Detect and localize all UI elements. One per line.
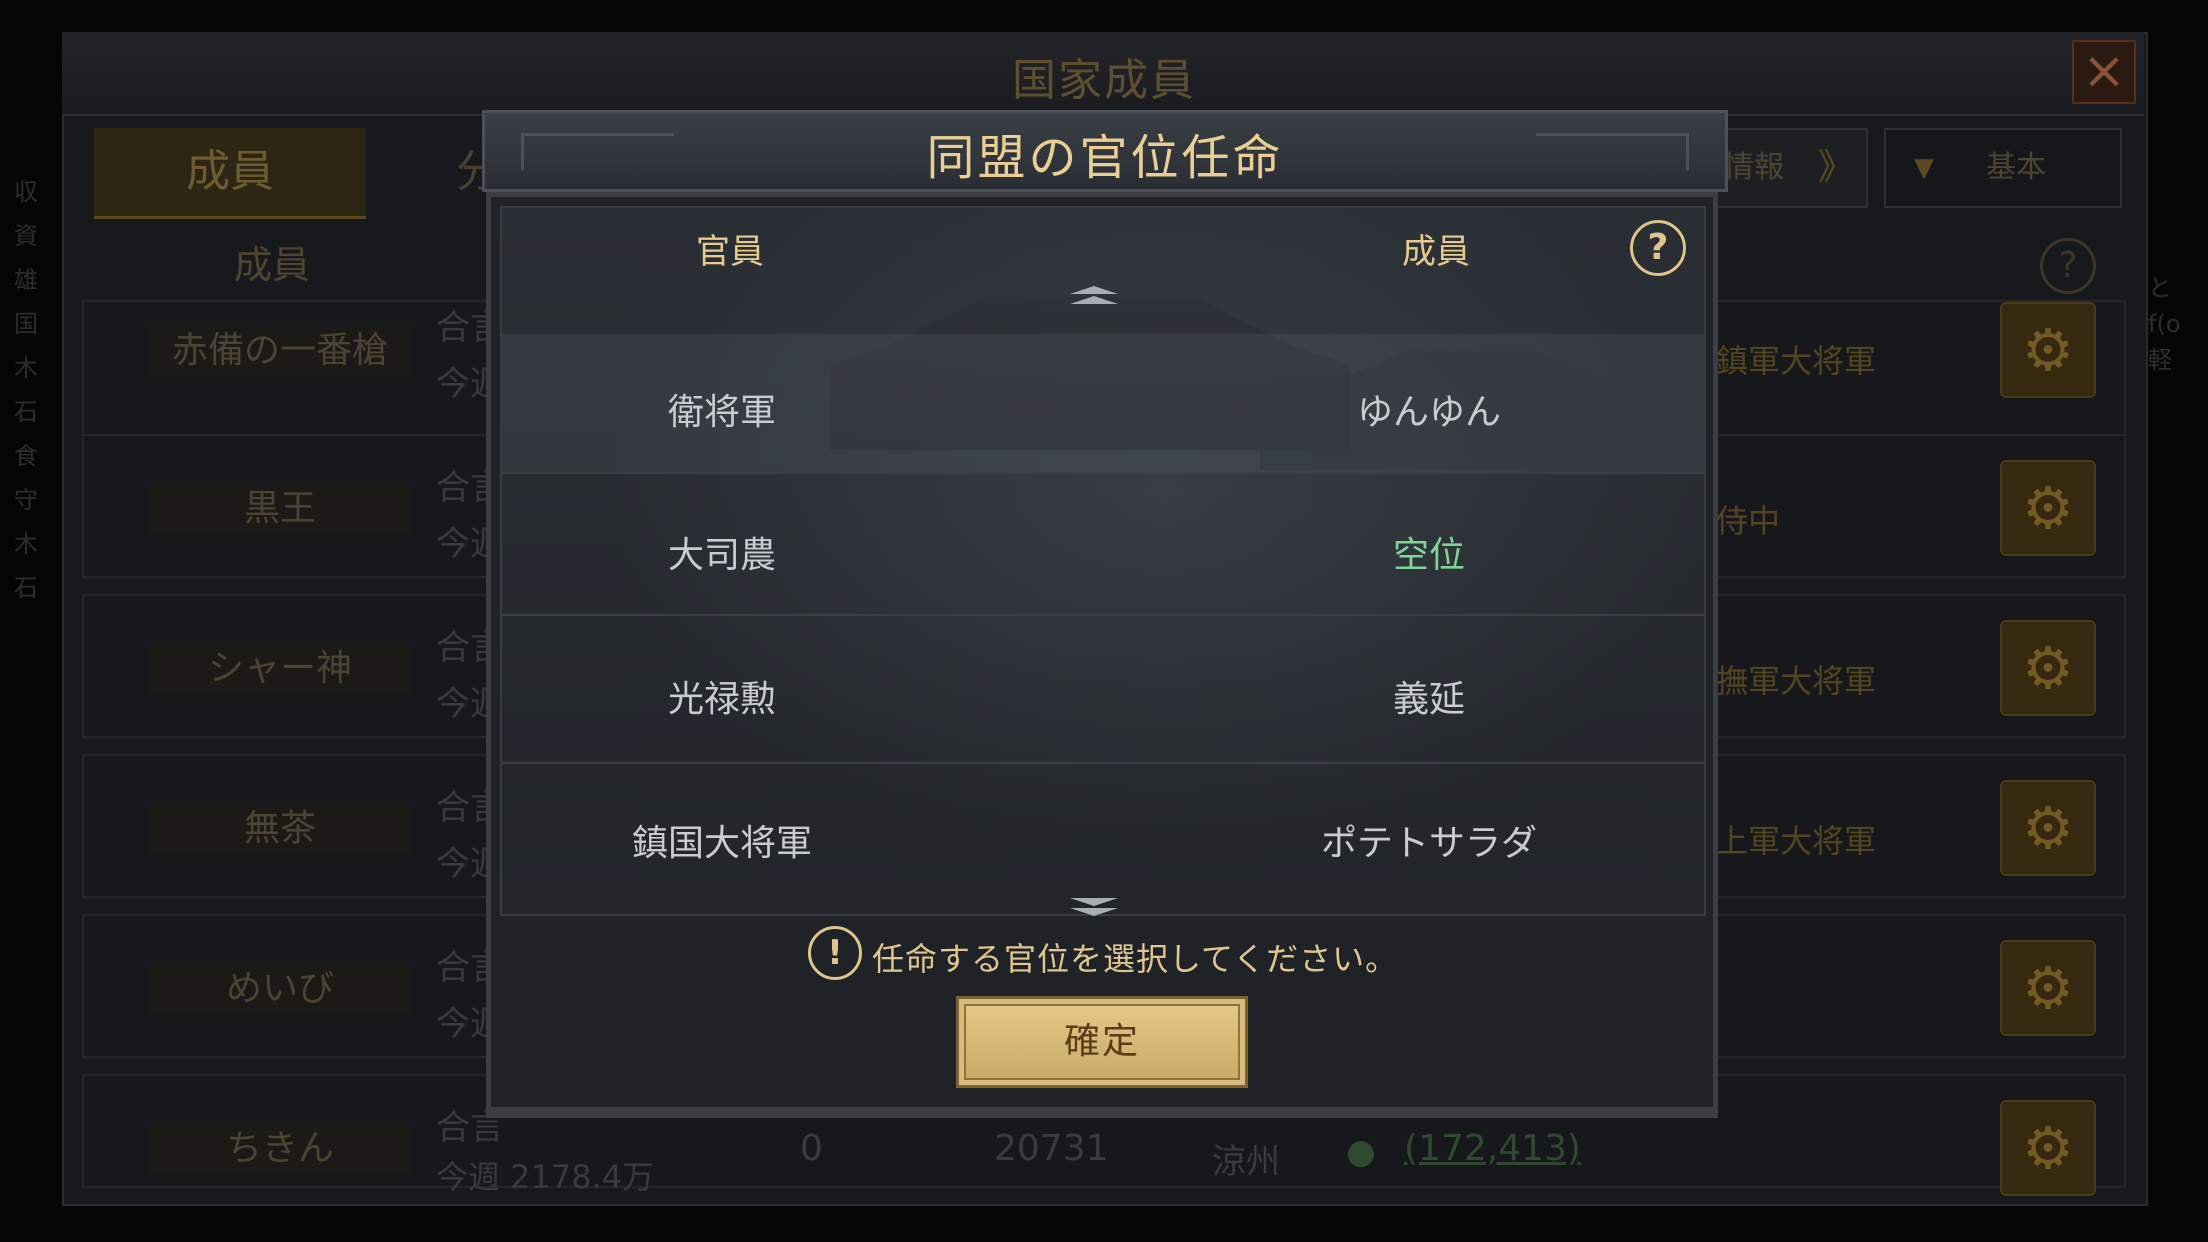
modal-title: 同盟の官位任命: [926, 130, 1284, 186]
modal-bottom-edge: [486, 1108, 1718, 1118]
assigned-member: ポテトサラダ: [1320, 823, 1537, 864]
member-role: 上軍大将軍: [1716, 822, 1877, 860]
exclamation-icon: !: [808, 926, 862, 980]
background-title: 国家成員: [1012, 55, 1196, 106]
gear-icon[interactable]: ⚙: [2000, 620, 2096, 716]
side-text: 石: [14, 398, 38, 426]
gear-icon[interactable]: ⚙: [2000, 1100, 2096, 1196]
officer-title: 大司農: [667, 535, 776, 576]
info-button-label: 情報: [1724, 150, 1784, 185]
hint-message: 任命する官位を選択してください。: [872, 940, 1399, 978]
side-text: 食: [14, 442, 38, 470]
side-text: 石: [14, 574, 38, 602]
column-header-officer: 官員: [696, 232, 764, 272]
assigned-member: 義延: [1392, 679, 1465, 720]
vacant-label: 空位: [1392, 535, 1465, 576]
side-text: 木: [14, 354, 38, 382]
triangle-down-icon: ▼: [1914, 153, 1934, 183]
side-text: 収: [14, 178, 38, 206]
side-text: 雄: [14, 266, 38, 294]
side-text: f(o: [2148, 310, 2181, 338]
member-role: 撫軍大将軍: [1716, 662, 1877, 700]
side-text: 木: [14, 530, 38, 558]
officer-title: 光禄勲: [667, 679, 776, 720]
side-text: 国: [14, 310, 38, 338]
member-name: 赤備の一番槍: [148, 326, 412, 376]
stat-value: 20731: [994, 1128, 1109, 1169]
side-text: 守: [14, 486, 38, 514]
column-header-member: 成員: [1402, 232, 1470, 272]
confirm-button[interactable]: 確定: [956, 996, 1248, 1088]
side-text: と: [2148, 274, 2172, 302]
filter-label: 基本: [1986, 150, 2046, 185]
side-text: 軽: [2148, 346, 2172, 374]
member-name: ちきん: [148, 1124, 412, 1174]
gear-icon[interactable]: ⚙: [2000, 460, 2096, 556]
gear-icon[interactable]: ⚙: [2000, 302, 2096, 398]
member-role: 鎮軍大将軍: [1716, 342, 1877, 380]
double-chevron-right-icon: 》: [1817, 147, 1854, 188]
left-side-panel: 収 資 雄 国 木 石 食 守 木 石: [14, 170, 62, 1050]
help-icon[interactable]: ?: [1630, 220, 1686, 276]
officer-title: 衛将軍: [667, 392, 776, 433]
scroll-up-icon[interactable]: [1066, 282, 1126, 310]
info-button[interactable]: 情報 》: [1712, 128, 1868, 208]
officer-title: 鎮国大将軍: [631, 823, 812, 864]
filter-dropdown[interactable]: ▼ 基本: [1884, 128, 2122, 208]
right-side-panel: と f(o 軽: [2148, 270, 2200, 378]
map-pin-icon: ●: [1346, 1132, 1376, 1172]
stat-value: 0: [800, 1128, 823, 1169]
member-name: 黒王: [148, 484, 412, 534]
scroll-down-icon[interactable]: [1066, 894, 1126, 922]
member-name: 無茶: [148, 804, 412, 854]
tab-members[interactable]: 成員: [94, 128, 366, 219]
column-header-member: 成員: [234, 243, 311, 287]
tab-second[interactable]: 分: [372, 128, 492, 216]
help-icon[interactable]: ?: [2040, 238, 2096, 294]
side-text: 資: [14, 222, 38, 250]
week-label: 今週 2178.4万: [436, 1158, 655, 1196]
gear-icon[interactable]: ⚙: [2000, 940, 2096, 1036]
member-name: めいび: [148, 964, 412, 1014]
gear-icon[interactable]: ⚙: [2000, 780, 2096, 876]
member-role: 侍中: [1716, 502, 1781, 540]
member-name: シャー神: [148, 644, 412, 694]
close-icon[interactable]: ×: [2072, 40, 2136, 104]
assigned-member: ゆんゆん: [1356, 392, 1501, 433]
location-label: 涼州: [1212, 1142, 1280, 1182]
coordinates-link[interactable]: (172,413): [1404, 1128, 1581, 1169]
